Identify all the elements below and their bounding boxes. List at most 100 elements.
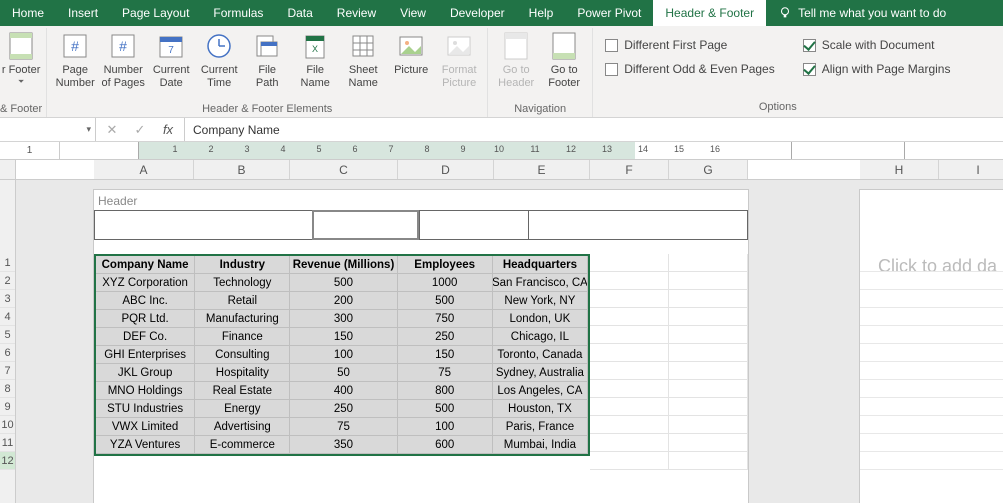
side-row[interactable] (860, 308, 1003, 326)
file-name-button[interactable]: XFileName (291, 28, 339, 91)
page-main[interactable]: Header Company NameIndustryRevenue (Mill… (94, 190, 748, 503)
empty-cell[interactable] (669, 272, 748, 290)
table-cell[interactable]: 75 (398, 364, 493, 382)
empty-cell[interactable] (590, 290, 669, 308)
side-row[interactable] (860, 272, 1003, 290)
empty-cell[interactable] (590, 434, 669, 452)
table-cell[interactable]: Manufacturing (195, 310, 290, 328)
table-cell[interactable]: GHI Enterprises (96, 346, 195, 364)
header-center-box[interactable] (312, 210, 419, 240)
empty-cell[interactable] (669, 290, 748, 308)
align-with-margins-checkbox[interactable]: Align with Page Margins (803, 62, 951, 76)
table-cell[interactable]: Mumbai, India (493, 436, 588, 454)
number-of-pages-button[interactable]: #Numberof Pages (99, 28, 147, 91)
table-cell[interactable]: XYZ Corporation (96, 274, 195, 292)
table-cell[interactable]: 50 (290, 364, 397, 382)
empty-cell[interactable] (669, 416, 748, 434)
tab-page-layout[interactable]: Page Layout (110, 0, 201, 26)
empty-cell[interactable] (590, 326, 669, 344)
tab-view[interactable]: View (388, 0, 438, 26)
empty-cell[interactable] (590, 344, 669, 362)
table-cell[interactable]: Finance (195, 328, 290, 346)
name-box[interactable]: ▾ (0, 118, 96, 141)
table-header-cell[interactable]: Employees (398, 256, 493, 274)
table-cell[interactable]: Sydney, Australia (493, 364, 588, 382)
row-header-8[interactable]: 8 (0, 380, 15, 398)
column-header-F[interactable]: F (590, 160, 669, 179)
header-center-box-2[interactable] (419, 210, 528, 240)
empty-cell[interactable] (590, 380, 669, 398)
row-header-1[interactable]: 1 (0, 254, 15, 272)
table-cell[interactable]: 400 (290, 382, 397, 400)
table-header-cell[interactable]: Revenue (Millions) (290, 256, 397, 274)
empty-cell[interactable] (590, 308, 669, 326)
table-cell[interactable]: 150 (290, 328, 397, 346)
table-cell[interactable]: London, UK (493, 310, 588, 328)
empty-cell[interactable] (590, 452, 669, 470)
table-cell[interactable]: STU Industries (96, 400, 195, 418)
fx-button[interactable]: fx (160, 122, 176, 137)
table-header-cell[interactable]: Company Name (96, 256, 195, 274)
sheet-name-button[interactable]: SheetName (339, 28, 387, 91)
tab-power-pivot[interactable]: Power Pivot (565, 0, 653, 26)
page-number-button[interactable]: #PageNumber (51, 28, 99, 91)
column-header-C[interactable]: C (290, 160, 398, 179)
table-cell[interactable]: YZA Ventures (96, 436, 195, 454)
table-cell[interactable]: Energy (195, 400, 290, 418)
tab-formulas[interactable]: Formulas (201, 0, 275, 26)
different-odd-even-checkbox[interactable]: Different Odd & Even Pages (605, 62, 775, 76)
column-header-B[interactable]: B (194, 160, 290, 179)
side-row[interactable] (860, 452, 1003, 470)
table-cell[interactable]: 250 (290, 400, 397, 418)
table-cell[interactable]: 100 (398, 418, 493, 436)
column-header-A[interactable]: A (94, 160, 194, 179)
table-cell[interactable]: Technology (195, 274, 290, 292)
tab-data[interactable]: Data (275, 0, 324, 26)
table-cell[interactable]: 75 (290, 418, 397, 436)
table-cell[interactable]: DEF Co. (96, 328, 195, 346)
table-cell[interactable]: 200 (290, 292, 397, 310)
table-cell[interactable]: 800 (398, 382, 493, 400)
side-row[interactable] (860, 398, 1003, 416)
goto-footer-button[interactable]: Go toFooter (540, 28, 588, 91)
empty-cell[interactable] (590, 254, 669, 272)
empty-cell[interactable] (590, 416, 669, 434)
table-cell[interactable]: 100 (290, 346, 397, 364)
select-all-corner[interactable] (0, 160, 16, 179)
empty-cell[interactable] (669, 344, 748, 362)
column-header-G[interactable]: G (669, 160, 748, 179)
header-footer-button[interactable]: r Footer ⏷ (1, 28, 41, 88)
current-date-button[interactable]: 7CurrentDate (147, 28, 195, 91)
side-row[interactable] (860, 344, 1003, 362)
side-row[interactable] (860, 416, 1003, 434)
empty-cell[interactable] (669, 326, 748, 344)
table-header-cell[interactable]: Industry (195, 256, 290, 274)
scale-with-document-checkbox[interactable]: Scale with Document (803, 38, 951, 52)
cancel-button[interactable]: ✕ (104, 122, 120, 138)
different-first-page-checkbox[interactable]: Different First Page (605, 38, 775, 52)
tab-review[interactable]: Review (325, 0, 388, 26)
current-time-button[interactable]: CurrentTime (195, 28, 243, 91)
table-cell[interactable]: 250 (398, 328, 493, 346)
row-header-12[interactable]: 12 (0, 452, 15, 470)
table-cell[interactable]: New York, NY (493, 292, 588, 310)
table-cell[interactable]: 350 (290, 436, 397, 454)
file-path-button[interactable]: FilePath (243, 28, 291, 91)
table-cell[interactable]: 600 (398, 436, 493, 454)
side-row[interactable] (860, 290, 1003, 308)
row-header-9[interactable]: 9 (0, 398, 15, 416)
table-cell[interactable]: JKL Group (96, 364, 195, 382)
row-header-5[interactable]: 5 (0, 326, 15, 344)
empty-cell[interactable] (590, 272, 669, 290)
column-header-H[interactable]: H (860, 160, 939, 179)
table-cell[interactable]: Hospitality (195, 364, 290, 382)
empty-cell[interactable] (669, 452, 748, 470)
empty-cell[interactable] (590, 398, 669, 416)
table-cell[interactable]: MNO Holdings (96, 382, 195, 400)
header-right-box[interactable] (528, 210, 748, 240)
table-cell[interactable]: E-commerce (195, 436, 290, 454)
side-row[interactable] (860, 380, 1003, 398)
table-cell[interactable]: Retail (195, 292, 290, 310)
row-header-2[interactable]: 2 (0, 272, 15, 290)
tell-me-search[interactable]: Tell me what you want to do (766, 0, 958, 26)
